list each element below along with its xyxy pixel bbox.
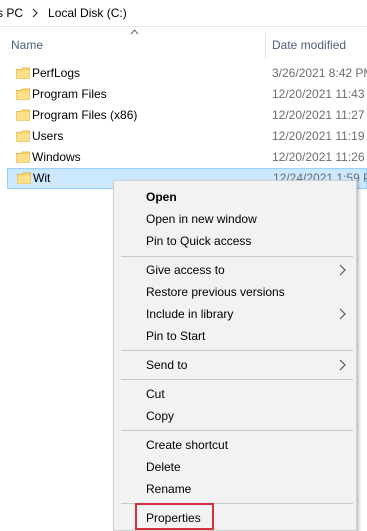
file-row-perflogs[interactable]: PerfLogs 3/26/2021 8:42 PM bbox=[10, 63, 367, 84]
menu-item-open[interactable]: Open bbox=[114, 186, 356, 208]
menu-item-send-to[interactable]: Send to bbox=[114, 354, 356, 376]
file-date-modified: 12/20/2021 11:19 ... bbox=[272, 129, 367, 143]
menu-item-label: Rename bbox=[146, 482, 192, 496]
menu-item-label: Open in new window bbox=[146, 212, 257, 226]
sort-ascending-icon bbox=[130, 29, 139, 35]
menu-item-label: Send to bbox=[146, 358, 188, 372]
column-header-date-modified[interactable]: Date modified bbox=[272, 38, 346, 52]
menu-item-label: Restore previous versions bbox=[146, 285, 285, 299]
chevron-right-icon bbox=[339, 308, 346, 320]
chevron-right-icon bbox=[339, 359, 346, 371]
properties-highlight-box bbox=[135, 503, 214, 530]
menu-item-label: Delete bbox=[146, 460, 181, 474]
folder-icon bbox=[16, 109, 30, 121]
file-row-users[interactable]: Users 12/20/2021 11:19 ... bbox=[10, 126, 367, 147]
menu-item-label: Pin to Quick access bbox=[146, 234, 252, 248]
menu-item-label: Pin to Start bbox=[146, 329, 206, 343]
file-date-modified: 12/20/2021 11:26 ... bbox=[272, 150, 367, 164]
folder-icon bbox=[16, 88, 30, 100]
menu-item-pin-to-quick-access[interactable]: Pin to Quick access bbox=[114, 230, 356, 252]
menu-item-label: Cut bbox=[146, 387, 165, 401]
folder-icon bbox=[16, 67, 30, 79]
menu-item-delete[interactable]: Delete bbox=[114, 456, 356, 478]
file-date-modified: 12/20/2021 11:27 ... bbox=[272, 108, 367, 122]
context-menu: Open Open in new window Pin to Quick acc… bbox=[113, 180, 357, 531]
menu-item-create-shortcut[interactable]: Create shortcut bbox=[114, 434, 356, 456]
menu-separator bbox=[121, 350, 353, 351]
chevron-right-icon bbox=[339, 264, 346, 276]
file-name: Wit bbox=[33, 171, 51, 185]
breadcrumb-item-this-pc[interactable]: s PC bbox=[0, 6, 23, 20]
file-explorer-window: s PC Local Disk (C:) Name Date modified … bbox=[0, 0, 367, 531]
folder-icon bbox=[17, 172, 31, 184]
menu-item-include-in-library[interactable]: Include in library bbox=[114, 303, 356, 325]
menu-item-restore-previous-versions[interactable]: Restore previous versions bbox=[114, 281, 356, 303]
file-name: PerfLogs bbox=[32, 66, 81, 80]
menu-item-label: Include in library bbox=[146, 307, 234, 321]
breadcrumb-item-local-disk[interactable]: Local Disk (C:) bbox=[48, 6, 127, 20]
menu-item-label: Give access to bbox=[146, 263, 225, 277]
file-name: Users bbox=[32, 129, 64, 143]
file-row-program-files-x86[interactable]: Program Files (x86) 12/20/2021 11:27 ... bbox=[10, 105, 367, 126]
file-date-modified: 12/20/2021 11:43 ... bbox=[272, 87, 367, 101]
menu-item-pin-to-start[interactable]: Pin to Start bbox=[114, 325, 356, 347]
menu-separator bbox=[121, 256, 353, 257]
menu-item-copy[interactable]: Copy bbox=[114, 405, 356, 427]
menu-item-open-in-new-window[interactable]: Open in new window bbox=[114, 208, 356, 230]
menu-item-label: Open bbox=[146, 190, 177, 204]
menu-item-give-access-to[interactable]: Give access to bbox=[114, 259, 356, 281]
menu-separator bbox=[121, 379, 353, 380]
menu-item-label: Create shortcut bbox=[146, 438, 229, 452]
breadcrumb: s PC Local Disk (C:) bbox=[0, 0, 367, 27]
column-header-name[interactable]: Name bbox=[11, 38, 43, 52]
file-row-program-files[interactable]: Program Files 12/20/2021 11:43 ... bbox=[10, 84, 367, 105]
menu-item-cut[interactable]: Cut bbox=[114, 383, 356, 405]
file-date-modified: 3/26/2021 8:42 PM bbox=[272, 66, 367, 80]
chevron-right-icon[interactable] bbox=[31, 8, 39, 18]
file-name: Program Files (x86) bbox=[32, 108, 138, 122]
menu-separator bbox=[121, 430, 353, 431]
menu-item-rename[interactable]: Rename bbox=[114, 478, 356, 500]
file-name: Windows bbox=[32, 150, 81, 164]
folder-icon bbox=[16, 151, 30, 163]
folder-icon bbox=[16, 130, 30, 142]
column-divider[interactable] bbox=[265, 33, 266, 59]
column-header: Name Date modified bbox=[0, 27, 367, 63]
menu-item-label: Copy bbox=[146, 409, 175, 423]
file-name: Program Files bbox=[32, 87, 107, 101]
file-row-windows[interactable]: Windows 12/20/2021 11:26 ... bbox=[10, 147, 367, 168]
